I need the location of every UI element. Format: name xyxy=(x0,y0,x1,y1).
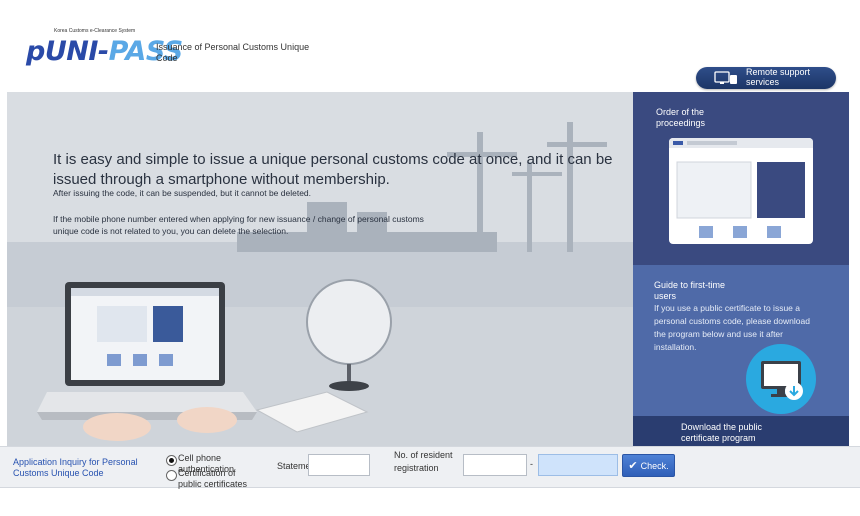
hero-headline: It is easy and simple to issue a unique … xyxy=(53,151,613,188)
page-title: Issuance of Personal Customs Unique Code xyxy=(156,42,310,63)
radio-public-certificate-row[interactable]: Certification of public certificates xyxy=(166,468,258,490)
unipass-logo[interactable]: Korea Customs e-Clearance System pUNI-PA… xyxy=(26,28,183,72)
radio-cell-phone[interactable] xyxy=(166,455,177,466)
check-button-label: Check. xyxy=(640,460,669,471)
resident-number-dash: - xyxy=(530,459,533,469)
resident-number-second-input[interactable] xyxy=(538,454,618,476)
inquiry-bar: Application Inquiry for Personal Customs… xyxy=(0,446,860,490)
remote-support-button[interactable]: Remote support services xyxy=(696,67,836,89)
resident-number-first-input[interactable] xyxy=(463,454,527,476)
laptop-illustration xyxy=(37,282,257,420)
download-certificate-program-button[interactable]: Download the public certificate program xyxy=(633,416,849,446)
order-screenshot-thumbnail[interactable] xyxy=(669,138,813,244)
resident-registration-label: No. of resident registration xyxy=(394,450,453,473)
order-panel[interactable]: Order of the proceedings xyxy=(633,92,849,265)
hero-note-suspend: After issuing the code, it can be suspen… xyxy=(53,188,312,198)
hero-banner: It is easy and simple to issue a unique … xyxy=(7,92,633,446)
radio-public-certificate-label: Certification of public certificates xyxy=(178,468,248,489)
download-monitor-icon xyxy=(745,343,817,415)
checkmark-icon: ✔ xyxy=(628,460,638,472)
order-title: Order of the proceedings xyxy=(656,107,706,128)
application-inquiry-label: Application Inquiry for Personal Customs… xyxy=(13,457,138,478)
guide-panel: Guide to first-time users If you use a p… xyxy=(633,265,849,416)
remote-support-label: Remote support services xyxy=(746,67,811,87)
logo-tagline: Korea Customs e-Clearance System xyxy=(54,28,136,34)
monitor-icon xyxy=(714,71,738,90)
logo-word-a: pUNI- xyxy=(26,36,109,67)
statement-input[interactable] xyxy=(308,454,370,476)
header: Korea Customs e-Clearance System pUNI-PA… xyxy=(0,0,860,92)
download-title: Download the public certificate program xyxy=(681,422,763,443)
radio-public-certificate[interactable] xyxy=(166,470,177,481)
guide-title: Guide to first-time users xyxy=(654,280,726,301)
harbor-background-image xyxy=(7,92,633,446)
check-button[interactable]: ✔ Check. xyxy=(622,454,675,477)
hero-note-delete: If the mobile phone number entered when … xyxy=(53,214,424,236)
